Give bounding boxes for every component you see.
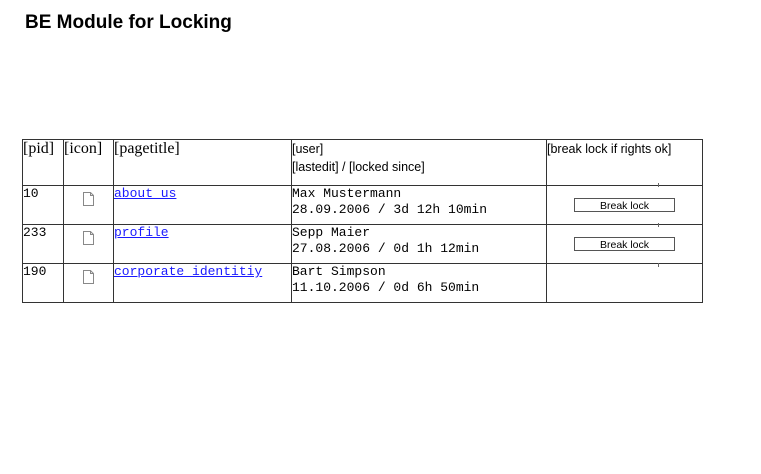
locks-table: [pid] [icon] [pagetitle] [user] [lastedi… <box>22 139 703 303</box>
table-row: 233 profile Sepp Maier 27.08.2006 / 0d 1… <box>22 224 703 264</box>
row-icon-cell <box>63 224 114 264</box>
header-user-lastedit: [user] [lastedit] / [locked since] <box>291 139 547 186</box>
row-icon-cell <box>63 185 114 225</box>
column-tick-mark <box>658 263 659 267</box>
row-icon-cell <box>63 263 114 303</box>
page-icon <box>83 231 94 245</box>
table-row: 10 about us Max Mustermann 28.09.2006 / … <box>22 185 703 225</box>
row-user-cell: Max Mustermann 28.09.2006 / 3d 12h 10min <box>291 185 547 225</box>
pagetitle-link[interactable]: about us <box>114 186 176 201</box>
row-user-cell: Sepp Maier 27.08.2006 / 0d 1h 12min <box>291 224 547 264</box>
row-pid: 190 <box>22 263 64 303</box>
break-lock-button[interactable]: Break lock <box>574 237 675 251</box>
row-user: Sepp Maier <box>292 225 371 240</box>
row-user: Bart Simpson <box>292 264 386 279</box>
row-pagetitle-cell: corporate identitiy <box>113 263 292 303</box>
column-tick-mark <box>658 223 659 227</box>
header-pid: [pid] <box>22 139 64 186</box>
page-icon <box>83 192 94 206</box>
page-icon <box>83 270 94 284</box>
row-action-cell <box>546 263 703 303</box>
row-pid: 233 <box>22 224 64 264</box>
row-action-cell: Break lock <box>546 185 703 225</box>
pagetitle-link[interactable]: corporate identitiy <box>114 264 262 279</box>
row-time: 11.10.2006 / 0d 6h 50min <box>292 280 480 295</box>
row-user: Max Mustermann <box>292 186 402 201</box>
row-pid: 10 <box>22 185 64 225</box>
row-time: 27.08.2006 / 0d 1h 12min <box>292 241 480 256</box>
row-user-cell: Bart Simpson 11.10.2006 / 0d 6h 50min <box>291 263 547 303</box>
row-pagetitle-cell: profile <box>113 224 292 264</box>
table-row: 190 corporate identitiy Bart Simpson 11.… <box>22 263 703 303</box>
row-pagetitle-cell: about us <box>113 185 292 225</box>
header-user: [user] <box>292 142 324 156</box>
table-header-row: [pid] [icon] [pagetitle] [user] [lastedi… <box>22 139 703 186</box>
page-title: BE Module for Locking <box>25 12 232 33</box>
break-lock-button[interactable]: Break lock <box>574 198 675 212</box>
header-icon: [icon] <box>63 139 114 186</box>
row-action-cell: Break lock <box>546 224 703 264</box>
header-lastedit: [lastedit] / [locked since] <box>292 160 425 174</box>
header-break-lock: [break lock if rights ok] <box>546 139 703 186</box>
row-time: 28.09.2006 / 3d 12h 10min <box>292 202 488 217</box>
header-pagetitle: [pagetitle] <box>113 139 292 186</box>
column-tick-mark <box>658 183 659 187</box>
pagetitle-link[interactable]: profile <box>114 225 169 240</box>
